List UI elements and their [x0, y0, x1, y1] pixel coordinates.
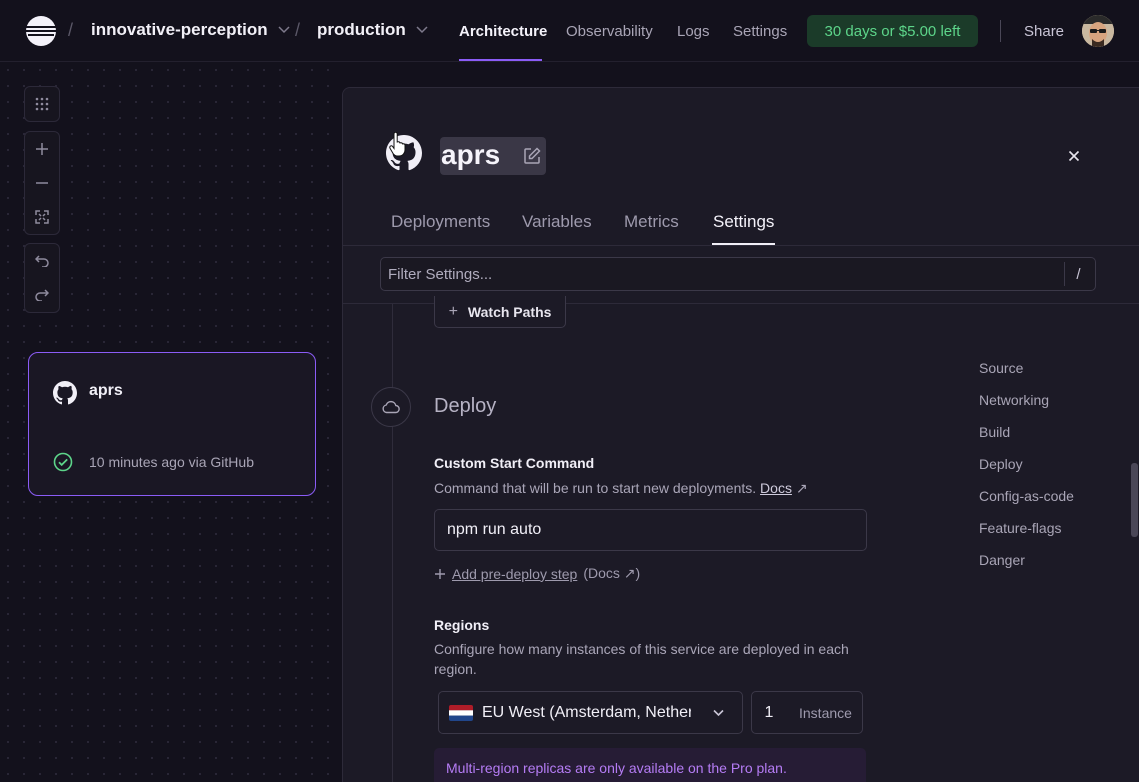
service-card-name: aprs — [89, 382, 123, 399]
plus-icon — [435, 568, 445, 579]
watch-paths-button[interactable]: + Watch Paths — [434, 296, 566, 328]
environment-selector[interactable]: production — [317, 20, 428, 40]
watch-paths-label: Watch Paths — [467, 303, 552, 320]
trial-badge[interactable]: 30 days or $5.00 left — [807, 15, 978, 47]
chevron-down-icon — [713, 709, 724, 717]
nav-architecture[interactable]: Architecture — [459, 23, 547, 40]
history-controls — [24, 243, 60, 313]
nav-logs[interactable]: Logs — [677, 23, 710, 40]
breadcrumb-separator: / — [295, 20, 301, 40]
add-pre-deploy-step[interactable]: Add pre-deploy step (Docs ↗) — [434, 565, 640, 582]
deployment-status: 10 minutes ago via GitHub — [89, 454, 254, 470]
regions-label: Regions — [434, 617, 490, 633]
success-check-icon — [53, 452, 73, 472]
top-bar: / innovative-perception / production Arc… — [0, 0, 1139, 62]
active-nav-indicator — [459, 59, 542, 61]
avatar[interactable] — [1082, 15, 1114, 47]
settings-timeline — [392, 304, 393, 782]
architecture-canvas[interactable]: aprs 10 minutes ago via GitHub — [0, 62, 342, 782]
region-selected-value: EU West (Amsterdam, Netherlands) — [482, 703, 691, 721]
tab-deployments[interactable]: Deployments — [391, 212, 490, 232]
pro-plan-notice: Multi-region replicas are only available… — [434, 748, 866, 782]
grid-icon[interactable] — [25, 87, 59, 121]
environment-name: production — [317, 20, 406, 39]
region-select[interactable]: EU West (Amsterdam, Netherlands) — [438, 691, 743, 734]
chevron-down-icon — [416, 23, 428, 37]
custom-start-command-desc: Command that will be run to start new de… — [434, 478, 808, 498]
start-command-input[interactable] — [434, 509, 867, 551]
docs-link[interactable]: Docs — [760, 480, 792, 496]
zoom-out-icon[interactable] — [25, 166, 59, 200]
zoom-controls — [24, 131, 60, 235]
nav-observability[interactable]: Observability — [566, 23, 653, 40]
fit-view-icon[interactable] — [25, 200, 59, 234]
instance-count-input[interactable]: 1 Instance — [751, 691, 863, 734]
project-name: innovative-perception — [91, 20, 268, 39]
toc-config-as-code[interactable]: Config-as-code — [979, 488, 1074, 504]
panel-header: aprs Deployments Variables Metrics Setti… — [343, 88, 1139, 245]
railway-logo-icon[interactable] — [25, 15, 57, 47]
service-card[interactable]: aprs 10 minutes ago via GitHub — [28, 352, 316, 496]
github-icon — [53, 381, 77, 405]
service-title[interactable]: aprs — [440, 139, 500, 171]
pre-deploy-docs-link[interactable]: (Docs ↗) — [583, 565, 640, 582]
undo-icon[interactable] — [25, 244, 59, 278]
netherlands-flag-icon — [449, 704, 473, 721]
instance-label: Instance — [799, 704, 852, 721]
toc-source[interactable]: Source — [979, 360, 1023, 376]
breadcrumb-separator: / — [68, 20, 74, 40]
deploy-section-marker — [371, 387, 411, 427]
desc-text: Command that will be run to start new de… — [434, 480, 757, 496]
external-link-icon: ↗ — [795, 480, 808, 496]
redo-icon[interactable] — [25, 278, 59, 312]
tab-settings[interactable]: Settings — [713, 212, 774, 232]
toc-networking[interactable]: Networking — [979, 392, 1049, 408]
chevron-down-icon — [278, 23, 290, 37]
plus-icon: + — [448, 302, 458, 320]
divider — [1000, 20, 1001, 42]
service-panel: aprs Deployments Variables Metrics Setti… — [342, 87, 1139, 782]
keyboard-shortcut-hint: / — [1064, 262, 1092, 286]
toc-feature-flags[interactable]: Feature-flags — [979, 520, 1061, 536]
zoom-in-icon[interactable] — [25, 132, 59, 166]
filter-settings-input[interactable] — [380, 257, 1096, 291]
custom-start-command-label: Custom Start Command — [434, 455, 595, 471]
regions-desc: Configure how many instances of this ser… — [434, 641, 849, 677]
tab-metrics[interactable]: Metrics — [624, 212, 679, 232]
section-title-deploy: Deploy — [434, 395, 497, 417]
cloud-icon — [382, 400, 400, 414]
hand-cursor-icon — [389, 132, 406, 157]
edit-icon[interactable] — [523, 147, 541, 165]
canvas-tools-top — [24, 86, 60, 122]
toc-build[interactable]: Build — [979, 424, 1010, 440]
tab-variables[interactable]: Variables — [522, 212, 592, 232]
share-button[interactable]: Share — [1024, 23, 1064, 40]
close-icon[interactable] — [1065, 147, 1083, 165]
toc-deploy[interactable]: Deploy — [979, 456, 1023, 472]
nav-settings[interactable]: Settings — [733, 23, 787, 40]
toc-danger[interactable]: Danger — [979, 552, 1025, 568]
instance-count[interactable]: 1 — [753, 704, 785, 722]
scrollbar[interactable] — [1131, 463, 1138, 537]
project-selector[interactable]: innovative-perception — [91, 20, 290, 40]
add-pre-deploy-link[interactable]: Add pre-deploy step — [452, 566, 577, 582]
